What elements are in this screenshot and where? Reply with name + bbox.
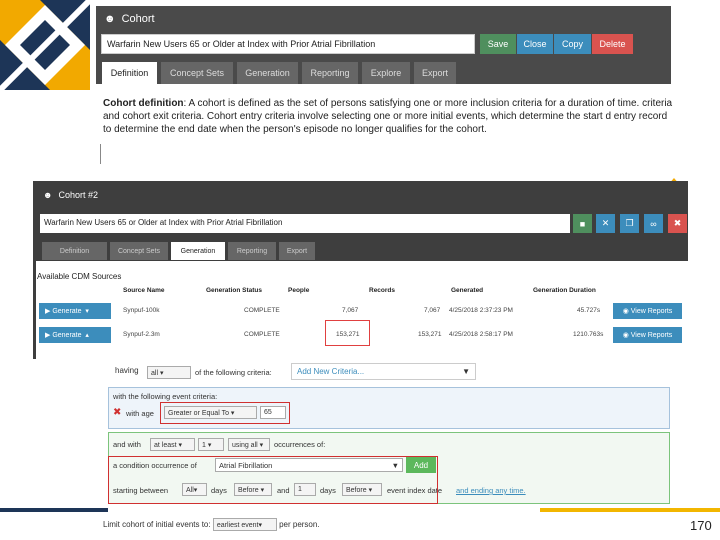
cohort2-header-title: Cohort #2 bbox=[58, 190, 99, 200]
link-icon[interactable]: ∞ bbox=[644, 214, 663, 233]
trash-icon[interactable]: ✖ bbox=[668, 214, 687, 233]
eye-icon: ◉ bbox=[622, 308, 631, 315]
users-icon: ☻ bbox=[104, 13, 116, 25]
eye-icon: ◉ bbox=[622, 332, 631, 339]
tab2-definition[interactable]: Definition bbox=[42, 242, 107, 260]
at-least-select[interactable]: at least ▾ bbox=[150, 438, 195, 451]
generated-date: 4/25/2018 2:37:23 PM bbox=[449, 307, 513, 314]
source-name: Synpuf-100k bbox=[123, 307, 160, 314]
with-age-label: with age bbox=[126, 409, 154, 418]
tab2-generation[interactable]: Generation bbox=[171, 242, 225, 260]
tab-export[interactable]: Export bbox=[414, 62, 456, 84]
close-icon[interactable]: ✕ bbox=[596, 214, 615, 233]
tab-explore[interactable]: Explore bbox=[362, 62, 410, 84]
cohort2-header: ☻ Cohort #2 bbox=[33, 181, 688, 209]
save-icon[interactable]: ■ bbox=[573, 214, 592, 233]
cohort-definition-text: Cohort definition: A cohort is defined a… bbox=[103, 97, 673, 136]
per-person-label: per person. bbox=[279, 520, 320, 529]
copy-icon[interactable]: ❐ bbox=[620, 214, 639, 233]
records-count: 7,067 bbox=[424, 307, 441, 314]
limit-label: Limit cohort of initial events to: bbox=[103, 520, 211, 529]
generate-label: Generate bbox=[52, 331, 82, 339]
tab-generation[interactable]: Generation bbox=[237, 62, 298, 84]
tab-definition[interactable]: Definition bbox=[102, 62, 157, 84]
generate-button[interactable]: ▶ Generate ▾ bbox=[39, 303, 111, 319]
source-name: Synpuf-2.3m bbox=[123, 331, 160, 338]
using-all-value: using all bbox=[232, 442, 258, 449]
generation-status: COMPLETE bbox=[244, 331, 280, 338]
add-new-criteria-label: Add New Criteria... bbox=[297, 367, 365, 376]
and-with-label: and with bbox=[113, 440, 141, 449]
cohort-header-title: Cohort bbox=[121, 13, 155, 25]
cohort2-name-input[interactable]: Warfarin New Users 65 or Older at Index … bbox=[40, 214, 570, 233]
delete-button[interactable]: Delete bbox=[592, 34, 633, 54]
col-generation-status: Generation Status bbox=[206, 287, 262, 294]
event-criteria-label: with the following event criteria: bbox=[113, 392, 218, 401]
definition-body: : A cohort is defined as the set of pers… bbox=[103, 98, 673, 135]
col-records: Records bbox=[369, 287, 396, 294]
using-all-select[interactable]: using all ▾ bbox=[228, 438, 270, 451]
panel-edge bbox=[33, 209, 36, 359]
generation-duration: 1210.763s bbox=[573, 331, 604, 338]
view-reports-button[interactable]: ◉ View Reports bbox=[613, 303, 682, 319]
col-generated: Generated bbox=[451, 287, 484, 294]
view-reports-label: View Reports bbox=[630, 331, 673, 339]
col-people: People bbox=[288, 287, 310, 294]
tab2-concept-sets[interactable]: Concept Sets bbox=[110, 242, 168, 260]
generated-date: 4/25/2018 2:58:17 PM bbox=[449, 331, 513, 338]
records-count: 153,271 bbox=[418, 331, 442, 338]
people-count: 7,067 bbox=[342, 307, 359, 314]
divider bbox=[100, 144, 101, 164]
count-value: 1 bbox=[202, 442, 206, 449]
of-following-label: of the following criteria: bbox=[195, 368, 272, 377]
footer-bar-blue bbox=[0, 508, 108, 512]
tab2-reporting[interactable]: Reporting bbox=[228, 242, 276, 260]
count-select[interactable]: 1 ▾ bbox=[198, 438, 224, 451]
occurrences-of-label: occurrences of: bbox=[274, 440, 326, 449]
col-source-name: Source Name bbox=[123, 287, 165, 294]
people-highlight-box bbox=[325, 320, 370, 346]
available-sources-label: Available CDM Sources bbox=[37, 272, 122, 281]
condition-highlight-box bbox=[108, 456, 438, 504]
col-generation-duration: Generation Duration bbox=[533, 287, 596, 294]
tab-concept-sets[interactable]: Concept Sets bbox=[161, 62, 233, 84]
add-new-criteria-dropdown[interactable]: Add New Criteria... ▼ bbox=[291, 363, 476, 380]
generation-duration: 45.727s bbox=[577, 307, 601, 314]
ending-any-time-link[interactable]: and ending any time. bbox=[456, 486, 526, 495]
page-number: 170 bbox=[690, 518, 712, 533]
cohort-name-input[interactable]: Warfarin New Users 65 or Older at Index … bbox=[101, 34, 475, 54]
limit-row: Limit cohort of initial events to: earli… bbox=[103, 518, 320, 531]
generation-status: COMPLETE bbox=[244, 307, 280, 314]
generate-button[interactable]: ▶ Generate ▴ bbox=[39, 327, 111, 343]
close-button[interactable]: Close bbox=[517, 34, 553, 54]
view-reports-button[interactable]: ◉ View Reports bbox=[613, 327, 682, 343]
age-highlight-box bbox=[160, 402, 290, 424]
tab2-export[interactable]: Export bbox=[279, 242, 315, 260]
at-least-value: at least bbox=[154, 442, 177, 449]
limit-value: earliest event bbox=[216, 522, 259, 529]
limit-select[interactable]: earliest event▾ bbox=[212, 518, 277, 531]
users-icon: ☻ bbox=[43, 190, 53, 200]
having-label: having bbox=[115, 366, 139, 375]
ohdsi-logo bbox=[0, 0, 93, 93]
cohort-header: ☻ Cohort bbox=[96, 6, 671, 32]
generate-label: Generate bbox=[52, 307, 82, 315]
having-select[interactable]: all ▾ bbox=[147, 366, 191, 379]
view-reports-label: View Reports bbox=[630, 307, 673, 315]
copy-button[interactable]: Copy bbox=[554, 34, 591, 54]
caret-down-icon: ▼ bbox=[462, 367, 470, 376]
delete-x-icon[interactable]: ✖ bbox=[113, 407, 121, 418]
footer-bar-gold bbox=[540, 508, 720, 512]
save-button[interactable]: Save bbox=[480, 34, 516, 54]
definition-label: Cohort definition bbox=[103, 98, 184, 109]
having-value: all bbox=[151, 370, 159, 377]
tab-reporting[interactable]: Reporting bbox=[302, 62, 358, 84]
